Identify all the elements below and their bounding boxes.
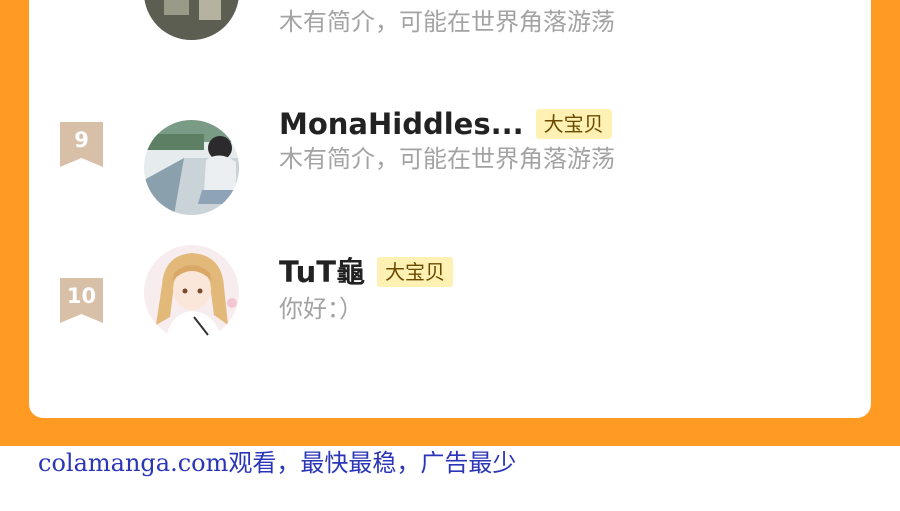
orange-frame: 8 木有简介，可能在世界角落游荡 9 — [0, 0, 900, 446]
user-tag-badge: 大宝贝 — [377, 257, 454, 287]
username[interactable]: MonaHiddles... — [279, 106, 524, 142]
rank-badge: 10 — [60, 278, 103, 323]
rank-number: 9 — [74, 128, 89, 152]
rank-badge: 9 — [60, 122, 103, 167]
name-line: MonaHiddles... 大宝贝 — [279, 106, 612, 142]
user-avatar[interactable] — [144, 0, 239, 40]
ranking-row-8[interactable]: 8 木有简介，可能在世界角落游荡 — [29, 0, 871, 45]
user-avatar[interactable] — [144, 120, 239, 215]
user-bio: 你好：） — [279, 295, 363, 323]
avatar-photo-icon — [144, 120, 239, 215]
site-watermark: colamanga.com观看，最快最稳，广告最少 — [38, 449, 517, 477]
ranking-card: 8 木有简介，可能在世界角落游荡 9 — [29, 0, 871, 418]
user-tag-badge: 大宝贝 — [535, 109, 612, 139]
avatar-anime-icon — [144, 245, 239, 340]
name-line: TuT龜 大宝贝 — [279, 254, 454, 290]
avatar-photo-icon — [144, 0, 239, 40]
ranking-row-9[interactable]: 9 MonaHiddles... 大宝贝 木有简介，可能在世界角落游荡 — [29, 107, 871, 222]
ranking-row-10[interactable]: 10 TuT龜 大宝贝 你好：） — [29, 245, 871, 378]
user-bio: 木有简介，可能在世界角落游荡 — [279, 8, 615, 36]
user-avatar[interactable] — [144, 245, 239, 340]
username[interactable]: TuT龜 — [279, 254, 365, 290]
rank-number: 10 — [66, 284, 97, 308]
user-bio: 木有简介，可能在世界角落游荡 — [279, 145, 615, 173]
